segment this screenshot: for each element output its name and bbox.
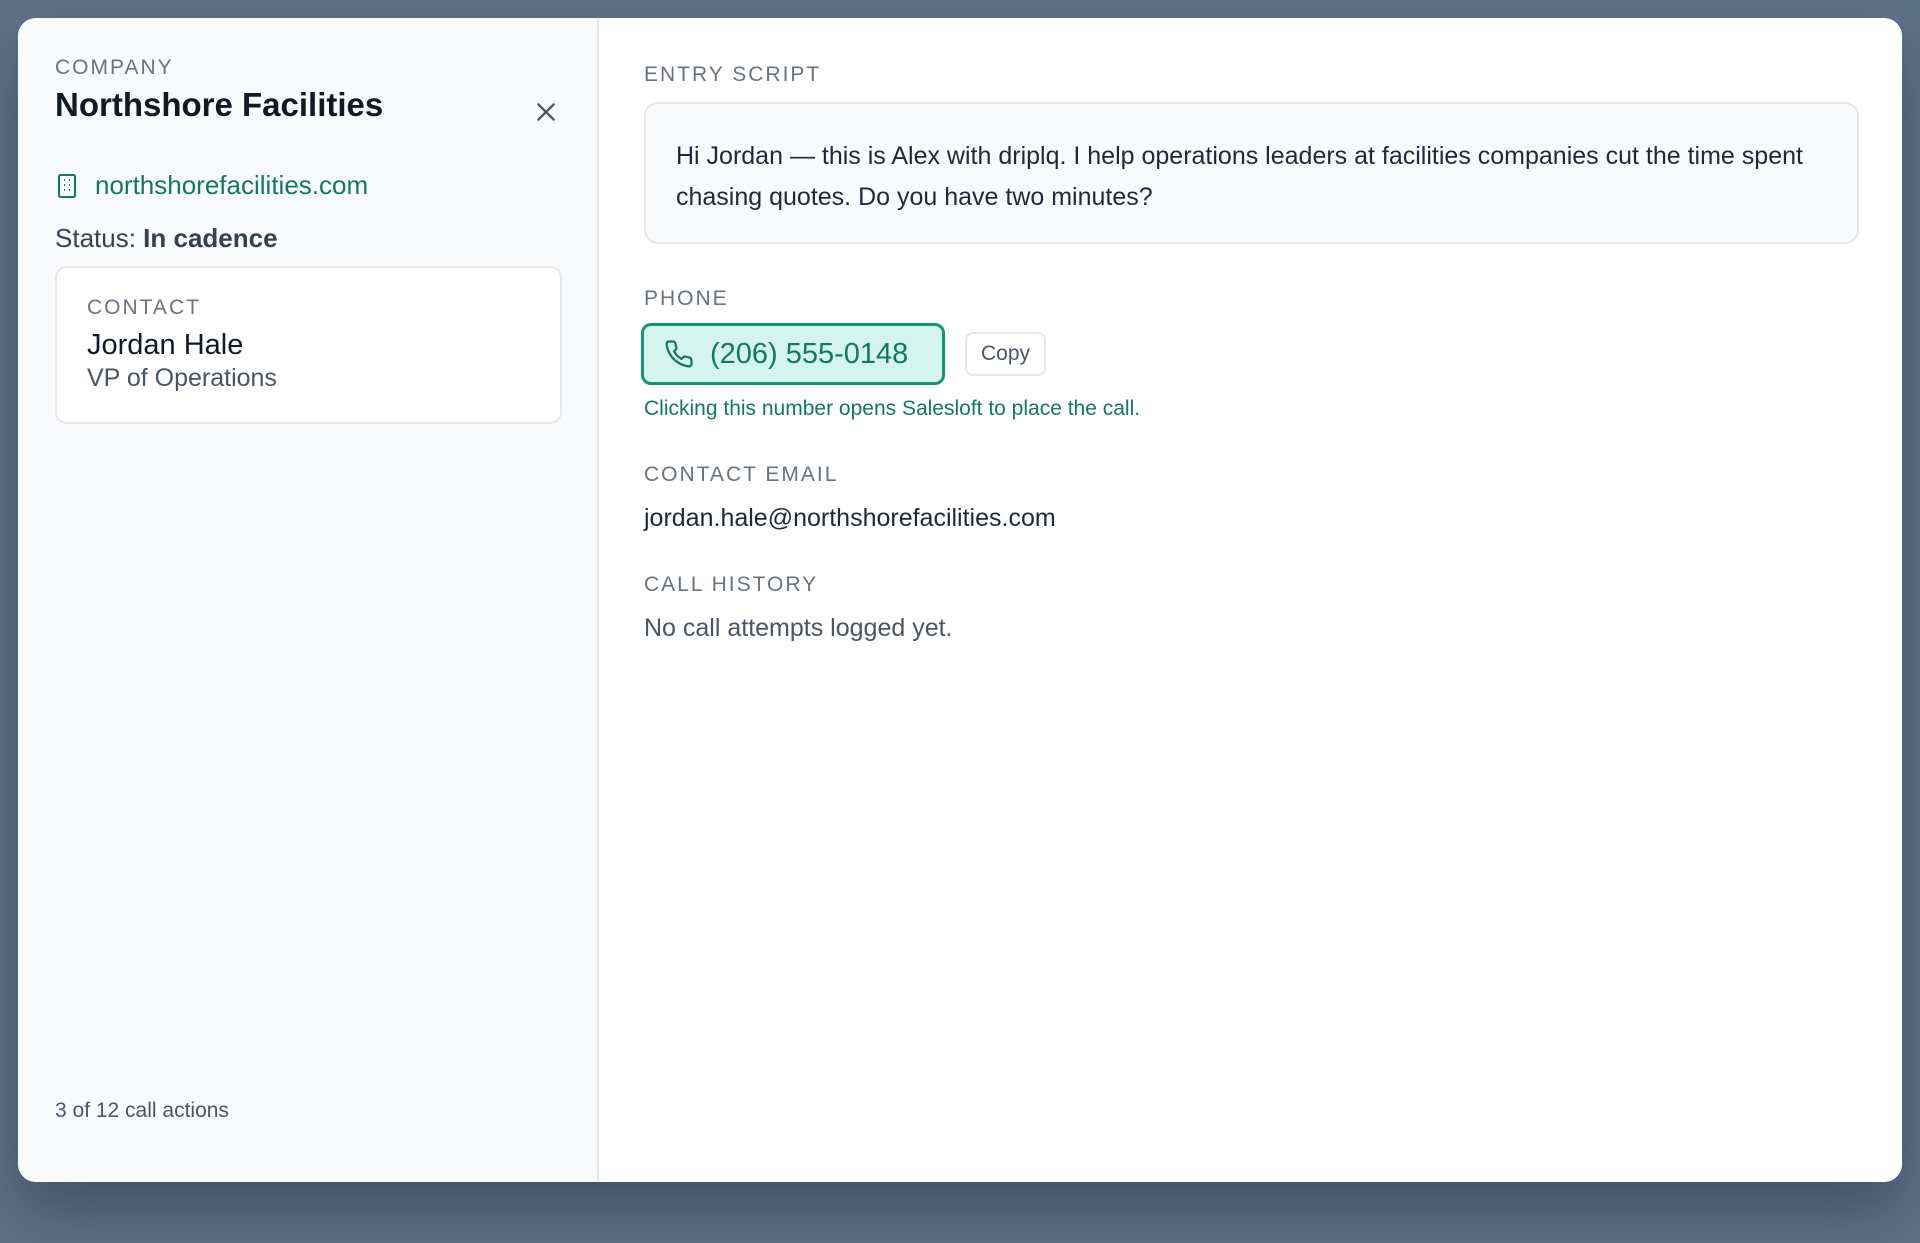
status-label: Status: [55, 223, 136, 253]
company-detail-modal: COMPANY Northshore Facilities northshore… [18, 18, 1902, 1182]
copy-phone-button[interactable]: Copy [965, 332, 1047, 376]
phone-icon [665, 340, 693, 368]
contact-card: CONTACT Jordan Hale VP of Operations [55, 266, 562, 424]
company-name: Northshore Facilities [55, 86, 384, 123]
contact-email-label: CONTACT EMAIL [644, 463, 839, 486]
close-button[interactable] [530, 96, 562, 128]
call-action-progress: 3 of 12 call actions [55, 1099, 229, 1122]
close-icon [537, 103, 555, 121]
phone-hint: Clicking this number opens Salesloft to … [644, 397, 1141, 420]
contact-name: Jordan Hale [87, 329, 244, 361]
contact-eyebrow: CONTACT [87, 296, 201, 319]
call-detail-panel: ENTRY SCRIPT Hi Jordan — this is Alex wi… [599, 18, 1902, 1182]
call-phone-button[interactable]: (206) 555-0148 [641, 323, 945, 385]
entry-script-label: ENTRY SCRIPT [644, 63, 822, 86]
status-line: Status: In cadence [55, 223, 278, 254]
building-icon [58, 173, 76, 198]
call-history-label: CALL HISTORY [644, 573, 819, 596]
call-history-empty: No call attempts logged yet. [644, 614, 953, 642]
status-value: In cadence [143, 223, 278, 253]
company-sidebar: COMPANY Northshore Facilities northshore… [18, 18, 599, 1182]
entry-script-box: Hi Jordan — this is Alex with driplq. I … [644, 102, 1859, 244]
phone-number: (206) 555-0148 [710, 337, 909, 370]
phone-label: PHONE [644, 287, 729, 310]
website-link[interactable]: northshorefacilities.com [95, 170, 368, 201]
contact-title: VP of Operations [87, 364, 277, 392]
contact-email-value: jordan.hale@northshorefacilities.com [644, 504, 1056, 532]
company-website: northshorefacilities.com [55, 170, 368, 201]
phone-row: (206) 555-0148 Copy [641, 323, 1047, 385]
company-eyebrow: COMPANY [55, 56, 174, 79]
